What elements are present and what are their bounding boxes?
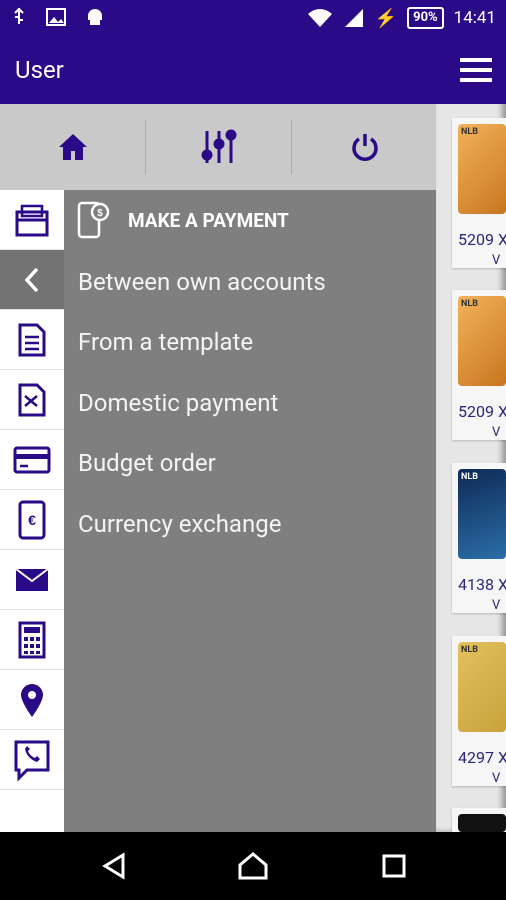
card-brand: NLB <box>461 472 478 482</box>
menu-header: $ MAKE A PAYMENT <box>76 200 289 240</box>
rail-exchange[interactable]: € <box>0 490 64 550</box>
svg-text:€: € <box>28 512 36 528</box>
mobile-exchange-icon: € <box>18 500 46 539</box>
card-tile[interactable]: NLB 5209 X V <box>452 118 506 268</box>
mail-icon <box>15 567 49 591</box>
signal-icon <box>344 9 363 27</box>
battery-indicator: 90% <box>407 7 444 29</box>
sliders-icon <box>201 129 236 163</box>
background-app-bar <box>436 36 506 104</box>
phone-icon <box>14 740 50 781</box>
recents-square-icon <box>382 854 406 878</box>
card-icon <box>13 446 51 473</box>
rail-documents[interactable] <box>0 310 64 370</box>
back-chevron-icon <box>24 267 39 292</box>
status-icons-left <box>12 7 104 27</box>
menu-header-label: MAKE A PAYMENT <box>128 208 289 232</box>
card-image <box>458 814 506 832</box>
menu-item-from-template[interactable]: From a template <box>78 328 253 356</box>
side-icon-rail: € <box>0 190 64 832</box>
image-icon <box>46 8 66 26</box>
home-button[interactable] <box>0 104 145 190</box>
mobile-payment-icon: $ <box>77 201 110 239</box>
menu-item-currency-exchange[interactable]: Currency exchange <box>78 510 281 538</box>
nav-recents-button[interactable] <box>374 848 414 884</box>
card-image <box>458 469 506 559</box>
status-bar: ⚡ 90% 14:41 <box>0 0 506 36</box>
card-image <box>458 642 506 732</box>
card-image <box>458 124 506 214</box>
rail-contact[interactable] <box>0 730 64 790</box>
card-number: 5209 X <box>458 230 506 249</box>
system-nav-bar <box>0 832 506 900</box>
back-triangle-icon <box>102 852 125 880</box>
card-tile[interactable] <box>452 808 506 832</box>
card-brand: NLB <box>461 299 478 309</box>
card-image <box>458 296 506 386</box>
card-number: 4138 X <box>458 575 506 594</box>
hamburger-menu-icon[interactable] <box>460 56 492 84</box>
wifi-icon <box>307 9 332 27</box>
accounts-folder-icon <box>15 204 49 236</box>
power-icon <box>351 134 378 161</box>
rail-calculator[interactable] <box>0 610 64 670</box>
usb-icon <box>14 7 24 24</box>
settings-button[interactable] <box>146 104 291 190</box>
document-icon <box>18 323 46 356</box>
logout-button[interactable] <box>292 104 437 190</box>
payment-menu: $ MAKE A PAYMENT Between own accounts Fr… <box>64 190 436 832</box>
menu-item-between-own-accounts[interactable]: Between own accounts <box>78 268 326 296</box>
home-icon <box>58 134 87 160</box>
card-tile[interactable]: NLB 4138 X V <box>452 463 506 613</box>
status-icons-right: ⚡ 90% 14:41 <box>307 7 496 29</box>
card-tile[interactable]: NLB 5209 X V <box>452 290 506 440</box>
location-icon <box>21 683 43 717</box>
clock: 14:41 <box>453 8 496 28</box>
charging-icon: ⚡ <box>374 7 398 29</box>
home-outline-icon <box>238 852 268 880</box>
card-brand: NLB <box>461 127 478 137</box>
menu-item-domestic-payment[interactable]: Domestic payment <box>78 389 278 417</box>
svg-text:$: $ <box>97 208 103 219</box>
rail-transfers[interactable] <box>0 370 64 430</box>
user-title: User <box>15 56 64 84</box>
rail-cards[interactable] <box>0 430 64 490</box>
rail-back[interactable] <box>0 250 64 310</box>
drawer-toolbar <box>0 104 436 190</box>
rail-accounts[interactable] <box>0 190 64 250</box>
calculator-icon <box>18 621 46 658</box>
rail-messages[interactable] <box>0 550 64 610</box>
card-number: 4297 X <box>458 748 506 767</box>
drawer-header: User <box>0 36 436 104</box>
background-screen: NLB 5209 X V NLB 5209 X V NLB 4138 X V N… <box>436 36 506 832</box>
card-brand: NLB <box>461 645 478 655</box>
card-sub: V <box>492 253 501 268</box>
card-sub: V <box>492 598 501 613</box>
menu-item-budget-order[interactable]: Budget order <box>78 449 216 477</box>
card-tile[interactable]: NLB 4297 X V <box>452 636 506 786</box>
nav-home-button[interactable] <box>233 848 273 884</box>
rail-locations[interactable] <box>0 670 64 730</box>
nav-back-button[interactable] <box>94 848 134 884</box>
card-sub: V <box>492 771 501 786</box>
card-number: 5209 X <box>458 402 506 421</box>
transfer-icon <box>18 383 46 416</box>
card-sub: V <box>492 425 501 440</box>
android-icon <box>88 9 102 25</box>
